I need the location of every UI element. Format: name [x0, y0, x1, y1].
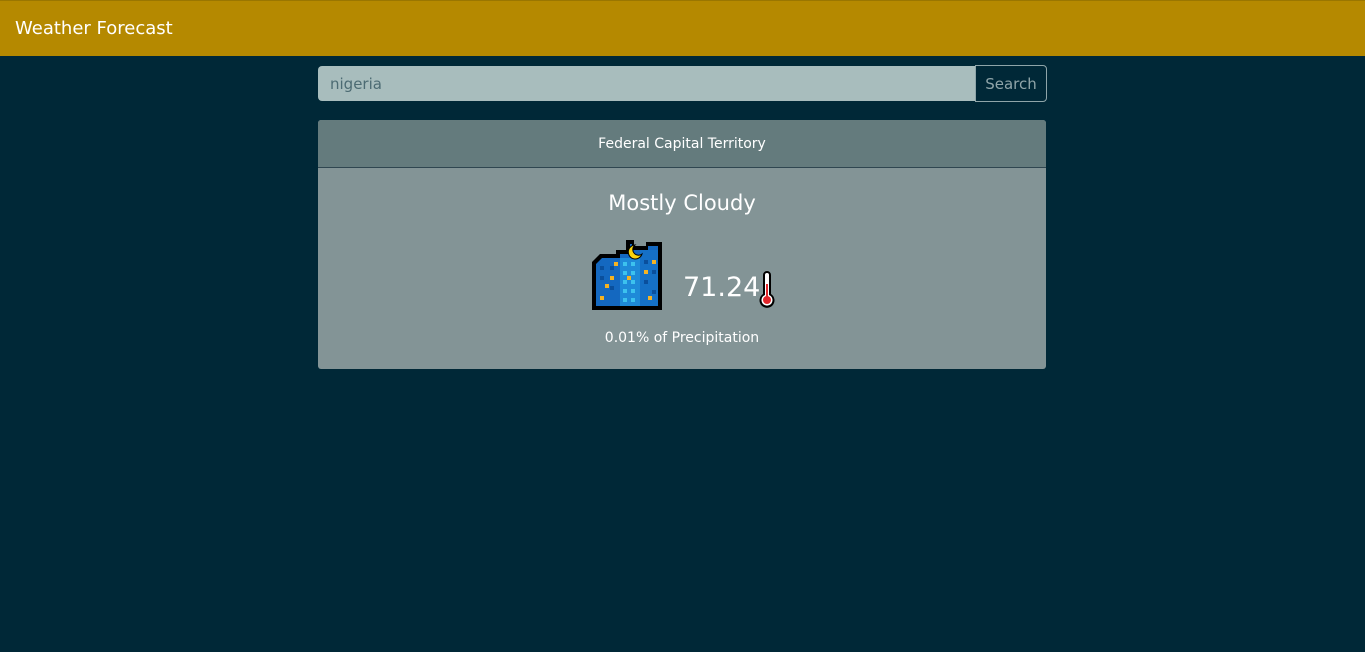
search-input[interactable]	[318, 66, 975, 101]
precipitation-suffix: % of Precipitation	[635, 330, 760, 346]
location-name: Federal Capital Territory	[598, 136, 766, 152]
brand-title[interactable]: Weather Forecast	[15, 18, 173, 40]
night-city-icon	[592, 240, 662, 310]
thermometer-icon	[759, 271, 775, 308]
precipitation-value: 0.01	[604, 330, 636, 346]
temperature-value: 71.24	[683, 272, 761, 303]
weather-card: Federal Capital Territory Mostly Cloudy	[318, 120, 1046, 369]
card-header: Federal Capital Territory	[318, 120, 1046, 168]
search-button[interactable]: Search	[975, 65, 1047, 102]
search-form: Search	[318, 65, 1047, 102]
precipitation-line: 0.01% of Precipitation	[318, 329, 1046, 347]
navbar: Weather Forecast	[0, 0, 1365, 56]
weather-condition: Mostly Cloudy	[608, 191, 756, 215]
